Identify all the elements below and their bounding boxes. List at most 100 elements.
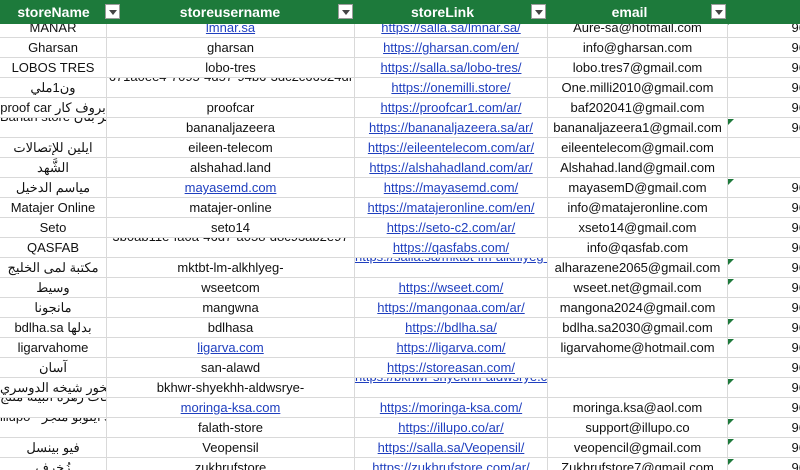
filter-dropdown-icon[interactable] — [711, 4, 726, 19]
store-username-cell-text[interactable]: ligarva.com — [197, 340, 263, 355]
store-link-cell[interactable]: https://moringa-ksa.com/ — [355, 398, 548, 418]
store-link-cell-text[interactable]: https://salla.sa/lmnar.sa/ — [381, 24, 520, 35]
store-link-cell-text[interactable]: https://onemilli.store/ — [391, 80, 510, 95]
store-name-cell: بخور شيخه الدوسري — [0, 378, 107, 398]
store-link-cell[interactable]: https://ligarva.com/ — [355, 338, 548, 358]
store-link-cell-text[interactable]: https://qasfabs.com/ — [393, 240, 509, 255]
table-row: bdlha.sa بدلها bdlhasa https://bdlha.sa/bd… — [0, 318, 800, 338]
cell-comment-indicator-icon — [728, 279, 734, 285]
store-username-cell[interactable]: ligarva.com — [107, 338, 355, 358]
filter-dropdown-icon[interactable] — [338, 4, 353, 19]
store-name-cell-text: ligarvahome — [17, 340, 89, 355]
store-username-cell-text[interactable]: moringa-ksa.com — [181, 400, 281, 415]
store-link-cell[interactable]: https://bananaljazeera.sa/ar/ — [355, 118, 548, 138]
store-name-cell-text: الشَّهد — [37, 160, 69, 175]
table-row: ايلين للإتصالات eileen-telecom https://eil… — [0, 138, 800, 158]
store-link-cell[interactable]: https://gharsan.com/en/ — [355, 38, 548, 58]
store-link-cell-text[interactable]: https://gharsan.com/en/ — [383, 40, 519, 55]
store-username-cell: eileen-telecom — [107, 138, 355, 158]
filter-dropdown-icon[interactable] — [105, 4, 120, 19]
store-link-cell[interactable]: https://salla.sa/Veopensil/ — [355, 438, 548, 458]
store-link-cell[interactable]: https://mangonaa.com/ar/ — [355, 298, 548, 318]
email-cell: info@matajeronline.com — [548, 198, 728, 218]
store-link-cell-text[interactable]: https://mayasemd.com/ — [384, 180, 518, 195]
table-header: storeName storeusername storeLink email — [0, 0, 800, 24]
column-header-storelink[interactable]: storeLink — [355, 0, 530, 24]
column-header-storename[interactable]: storeName — [0, 0, 107, 24]
store-link-cell[interactable]: https://eileentelecom.com/ar/ — [355, 138, 548, 158]
store-link-cell-text[interactable]: https://zukhrufstore.com/ar/ — [372, 460, 530, 470]
store-link-cell[interactable]: https://wseet.com/ — [355, 278, 548, 298]
store-link-cell[interactable]: https://bkhwr-shyekhh-aldwsrye.com/ — [355, 378, 548, 398]
store-link-cell[interactable]: https://matajeronline.com/en/ — [355, 198, 548, 218]
email-cell: mangona2024@gmail.com — [548, 298, 728, 318]
phone-cell-text: 96 — [791, 260, 800, 275]
store-link-cell-text[interactable]: https://salla.sa/mktbt-lm-alkhlyeg-/ — [355, 258, 547, 263]
store-username-cell-text: matajer-online — [189, 200, 272, 215]
store-link-cell-text[interactable]: https://alshahadland.com/ar/ — [369, 160, 532, 175]
store-name-cell: مانجونا — [0, 298, 107, 318]
store-name-cell: ligarvahome — [0, 338, 107, 358]
store-username-cell[interactable]: mayasemd.com — [107, 178, 355, 198]
store-username-cell: lobo-tres — [107, 58, 355, 78]
phone-cell: 96 — [728, 318, 800, 338]
store-link-cell[interactable]: https://illupo.co/ar/ — [355, 418, 548, 438]
store-link-cell[interactable]: https://qasfabs.com/ — [355, 238, 548, 258]
table-row: زُخرف zukhrufstore https://zukhrufstore.co… — [0, 458, 800, 470]
store-name-cell-text: مياسم الدخيل — [15, 180, 91, 195]
store-link-cell[interactable]: https://bdlha.sa/ — [355, 318, 548, 338]
store-username-cell-text: seto14 — [210, 220, 251, 235]
phone-cell: 96 — [728, 118, 800, 138]
store-link-cell-text[interactable]: https://storeasan.com/ — [387, 360, 515, 375]
store-link-cell[interactable]: https://zukhrufstore.com/ar/ — [355, 458, 548, 470]
store-name-cell: وسيط — [0, 278, 107, 298]
store-link-cell-text[interactable]: https://eileentelecom.com/ar/ — [368, 140, 534, 155]
store-username-cell-text: mktbt-lm-alkhlyeg- — [177, 260, 284, 275]
store-name-cell: فيو بينسل — [0, 438, 107, 458]
store-link-cell[interactable]: https://onemilli.store/ — [355, 78, 548, 98]
store-link-cell-text[interactable]: https://proofcar1.com/ar/ — [381, 100, 522, 115]
phone-cell: 96 — [728, 378, 800, 398]
store-username-cell-text[interactable]: mayasemd.com — [185, 180, 277, 195]
column-header-storeusername[interactable]: storeusername — [122, 0, 338, 24]
store-link-cell[interactable]: https://mayasemd.com/ — [355, 178, 548, 198]
store-link-cell-text[interactable]: https://moringa-ksa.com/ — [380, 400, 522, 415]
store-username-cell[interactable]: lmnar.sa — [107, 24, 355, 38]
store-link-cell[interactable]: https://storeasan.com/ — [355, 358, 548, 378]
store-link-cell-text[interactable]: https://mangonaa.com/ar/ — [377, 300, 524, 315]
email-cell: One.milli2010@gmail.com — [548, 78, 728, 98]
store-name-cell-text: آسان — [38, 360, 67, 375]
table-row: ون1ملي 671a0ee4-7095-4d57-94b6-3dc2c66524… — [0, 78, 800, 98]
store-link-cell-text[interactable]: https://ligarva.com/ — [396, 340, 505, 355]
store-link-cell-text[interactable]: https://matajeronline.com/en/ — [368, 200, 535, 215]
email-cell: eileentelecom@gmail.com — [548, 138, 728, 158]
store-username-cell: bdlhasa — [107, 318, 355, 338]
store-username-cell[interactable]: moringa-ksa.com — [107, 398, 355, 418]
column-header-email[interactable]: email — [548, 0, 711, 24]
email-cell-text: info@matajeronline.com — [567, 200, 708, 215]
store-link-cell-text[interactable]: https://illupo.co/ar/ — [398, 420, 504, 435]
store-name-cell: bdlha.sa بدلها — [0, 318, 107, 338]
column-header-storename-label: storeName — [17, 4, 90, 20]
store-link-cell[interactable]: https://alshahadland.com/ar/ — [355, 158, 548, 178]
phone-cell: 96 — [728, 24, 800, 38]
store-link-cell-text[interactable]: https://wseet.com/ — [399, 280, 504, 295]
store-link-cell[interactable]: https://salla.sa/mktbt-lm-alkhlyeg-/ — [355, 258, 548, 278]
store-name-cell-text: MANAR — [29, 24, 77, 35]
filter-dropdown-icon[interactable] — [531, 4, 546, 19]
phone-cell-text: 96 — [791, 360, 800, 375]
store-link-cell[interactable]: https://salla.sa/lobo-tres/ — [355, 58, 548, 78]
store-link-cell-text[interactable]: https://bkhwr-shyekhh-aldwsrye.com/ — [355, 378, 547, 383]
email-cell: Alshahad.land@gmail.com — [548, 158, 728, 178]
store-name-cell-text: وسيط — [36, 280, 70, 295]
store-username-cell-text[interactable]: lmnar.sa — [206, 24, 255, 35]
store-link-cell[interactable]: https://salla.sa/lmnar.sa/ — [355, 24, 548, 38]
store-link-cell-text[interactable]: https://seto-c2.com/ar/ — [387, 220, 516, 235]
store-link-cell-text[interactable]: https://salla.sa/Veopensil/ — [378, 440, 525, 455]
store-link-cell[interactable]: https://seto-c2.com/ar/ — [355, 218, 548, 238]
store-link-cell-text[interactable]: https://bananaljazeera.sa/ar/ — [369, 120, 533, 135]
store-link-cell-text[interactable]: https://salla.sa/lobo-tres/ — [381, 60, 522, 75]
store-link-cell-text[interactable]: https://bdlha.sa/ — [405, 320, 497, 335]
store-link-cell[interactable]: https://proofcar1.com/ar/ — [355, 98, 548, 118]
store-username-cell: zukhrufstore — [107, 458, 355, 470]
